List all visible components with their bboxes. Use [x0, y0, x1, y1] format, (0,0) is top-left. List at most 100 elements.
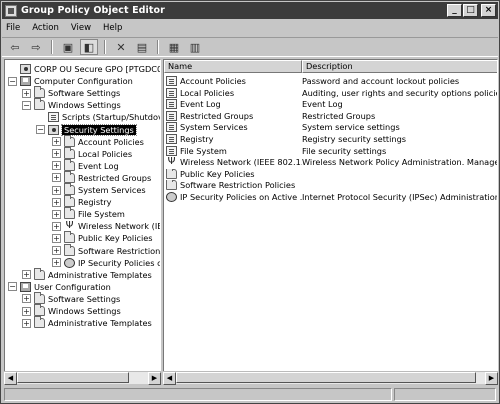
list-item-description: Event Log [302, 99, 343, 110]
forward-arrow-icon[interactable]: ⇨ [27, 39, 45, 55]
expand-icon[interactable]: + [22, 270, 31, 280]
list-item[interactable]: Public Key Policies [164, 168, 497, 180]
list-item-name: Wireless Network (IEEE 802.1... [180, 157, 302, 168]
column-header-description[interactable]: Description [302, 60, 497, 73]
expand-icon[interactable]: + [52, 185, 61, 195]
tree-item[interactable]: + Administrative Templates [22, 267, 152, 281]
scroll-right-icon[interactable]: ▶ [148, 372, 161, 385]
list-item[interactable]: Event Log Event Log [164, 98, 497, 110]
expand-icon[interactable]: + [52, 233, 61, 243]
details-list[interactable]: Name Description Account Policies Passwor… [163, 59, 498, 384]
scroll-thumb[interactable] [17, 372, 129, 383]
tree-item[interactable]: − Computer Configuration [8, 75, 133, 87]
expand-icon[interactable]: + [52, 173, 61, 183]
list-item-name: Local Policies [180, 87, 235, 98]
console-tree[interactable]: CORP OU Secure GPO [PTGDC01.CC − Computer … [4, 59, 161, 384]
tree-item-label: System Services [78, 185, 146, 195]
list-horizontal-scrollbar[interactable]: ◀ ▶ [163, 371, 498, 385]
expand-icon[interactable]: + [52, 137, 61, 147]
scroll-track[interactable] [176, 372, 485, 384]
maximize-button[interactable]: □ [463, 4, 478, 17]
scroll-thumb[interactable] [176, 372, 476, 383]
expand-icon[interactable]: + [52, 197, 61, 207]
list-item-name: Registry [180, 134, 214, 144]
menu-view[interactable]: View [71, 23, 91, 33]
list-item[interactable]: Account Policies Password and account loc… [164, 75, 497, 87]
tree-item[interactable]: − Windows Settings [22, 98, 121, 111]
tree-item-label: Wireless Network (IE [78, 221, 161, 232]
list-item-name: System Services [180, 122, 248, 133]
tree-item[interactable]: + IP Security Policies o [52, 257, 160, 269]
collapse-icon[interactable]: − [22, 100, 31, 110]
column-header-name[interactable]: Name [164, 60, 302, 73]
folder-icon [34, 316, 45, 329]
list-item[interactable]: Registry Registry security settings [164, 133, 497, 145]
list-item-description: Wireless Network Policy Administration. … [302, 157, 497, 168]
tree-item[interactable]: CORP OU Secure GPO [PTGDC01.CC [8, 63, 160, 75]
title-bar[interactable]: Group Policy Object Editor _ □ × [2, 2, 498, 19]
tree-item[interactable]: + Administrative Templates [22, 316, 152, 329]
minimize-button[interactable]: _ [447, 4, 462, 17]
list-item[interactable]: Local Policies Auditing, user rights and … [164, 87, 497, 99]
menu-help[interactable]: Help [103, 23, 122, 33]
close-button[interactable]: × [481, 4, 496, 17]
tree-item[interactable]: + File System [52, 207, 125, 220]
gpo-icon [20, 64, 31, 74]
tree-item[interactable]: − User Configuration [8, 281, 111, 293]
scroll-left-icon[interactable]: ◀ [4, 372, 17, 385]
menu-action[interactable]: Action [32, 23, 59, 33]
list-item-name: Account Policies [180, 76, 246, 86]
folder-icon [64, 158, 75, 171]
folder-icon [64, 170, 75, 183]
list-item-description: Internet Protocol Security (IPSec) Admin… [302, 192, 497, 202]
expand-icon[interactable]: + [52, 209, 61, 219]
collapse-icon[interactable]: − [8, 282, 17, 292]
list-item[interactable]: Software Restriction Policies [164, 179, 497, 191]
expand-icon[interactable]: + [22, 306, 31, 316]
list-item-name: File System [180, 145, 227, 156]
delete-x-icon[interactable]: ✕ [112, 39, 130, 55]
refresh-icon[interactable]: ▦ [165, 39, 183, 55]
list-item[interactable]: Ψ Wireless Network (IEEE 802.1... Wireless… [164, 156, 497, 168]
tree-horizontal-scrollbar[interactable]: ◀ ▶ [4, 371, 161, 385]
tree-item[interactable]: + Registry [52, 195, 112, 208]
list-item-name: Software Restriction Policies [180, 180, 296, 191]
expand-icon[interactable]: + [52, 221, 61, 231]
expand-icon[interactable]: + [22, 88, 31, 98]
list-item[interactable]: File System File security settings [164, 145, 497, 157]
expand-icon[interactable]: + [52, 246, 61, 255]
show-tree-icon[interactable]: ◧ [80, 39, 98, 55]
wireless-icon: Ψ [65, 220, 74, 232]
back-arrow-icon[interactable]: ⇦ [6, 39, 24, 55]
collapse-icon[interactable]: − [36, 125, 45, 134]
tree-item[interactable]: + Event Log [52, 158, 119, 172]
expand-icon[interactable]: + [52, 161, 61, 171]
tree-item[interactable]: − Security Settings [36, 123, 137, 136]
up-folder-icon[interactable]: ▣ [59, 39, 77, 55]
expand-icon[interactable]: + [22, 294, 31, 304]
menu-file[interactable]: File [6, 23, 20, 33]
expand-icon[interactable]: + [52, 258, 61, 268]
scroll-left-icon[interactable]: ◀ [163, 372, 176, 385]
tree-item[interactable]: + Software Restriction [52, 243, 160, 257]
policy-icon [166, 122, 177, 133]
properties-icon[interactable]: ▤ [133, 39, 151, 55]
folder-icon [64, 231, 75, 244]
tree-item-label: Windows Settings [48, 100, 121, 111]
expand-icon[interactable]: + [52, 149, 61, 159]
list-item[interactable]: System Services System service settings [164, 121, 497, 133]
tree-item[interactable]: Scripts (Startup/Shutdov [36, 111, 161, 123]
expand-icon[interactable]: + [22, 318, 31, 328]
scroll-right-icon[interactable]: ▶ [485, 372, 498, 385]
scroll-track[interactable] [17, 372, 148, 384]
list-item-description: Password and account lockout policies [302, 76, 460, 86]
gpo-icon [48, 124, 59, 135]
folder-icon [34, 267, 45, 280]
collapse-icon[interactable]: − [8, 76, 17, 86]
list-item-description: Registry security settings [302, 134, 407, 144]
tree-item-label: Scripts (Startup/Shutdov [62, 112, 161, 123]
list-item[interactable]: IP Security Policies on Active ... Intern… [164, 191, 497, 203]
help-icon[interactable]: ▥ [186, 39, 204, 55]
folder-icon [64, 207, 75, 220]
list-item[interactable]: Restricted Groups Restricted Groups [164, 110, 497, 122]
